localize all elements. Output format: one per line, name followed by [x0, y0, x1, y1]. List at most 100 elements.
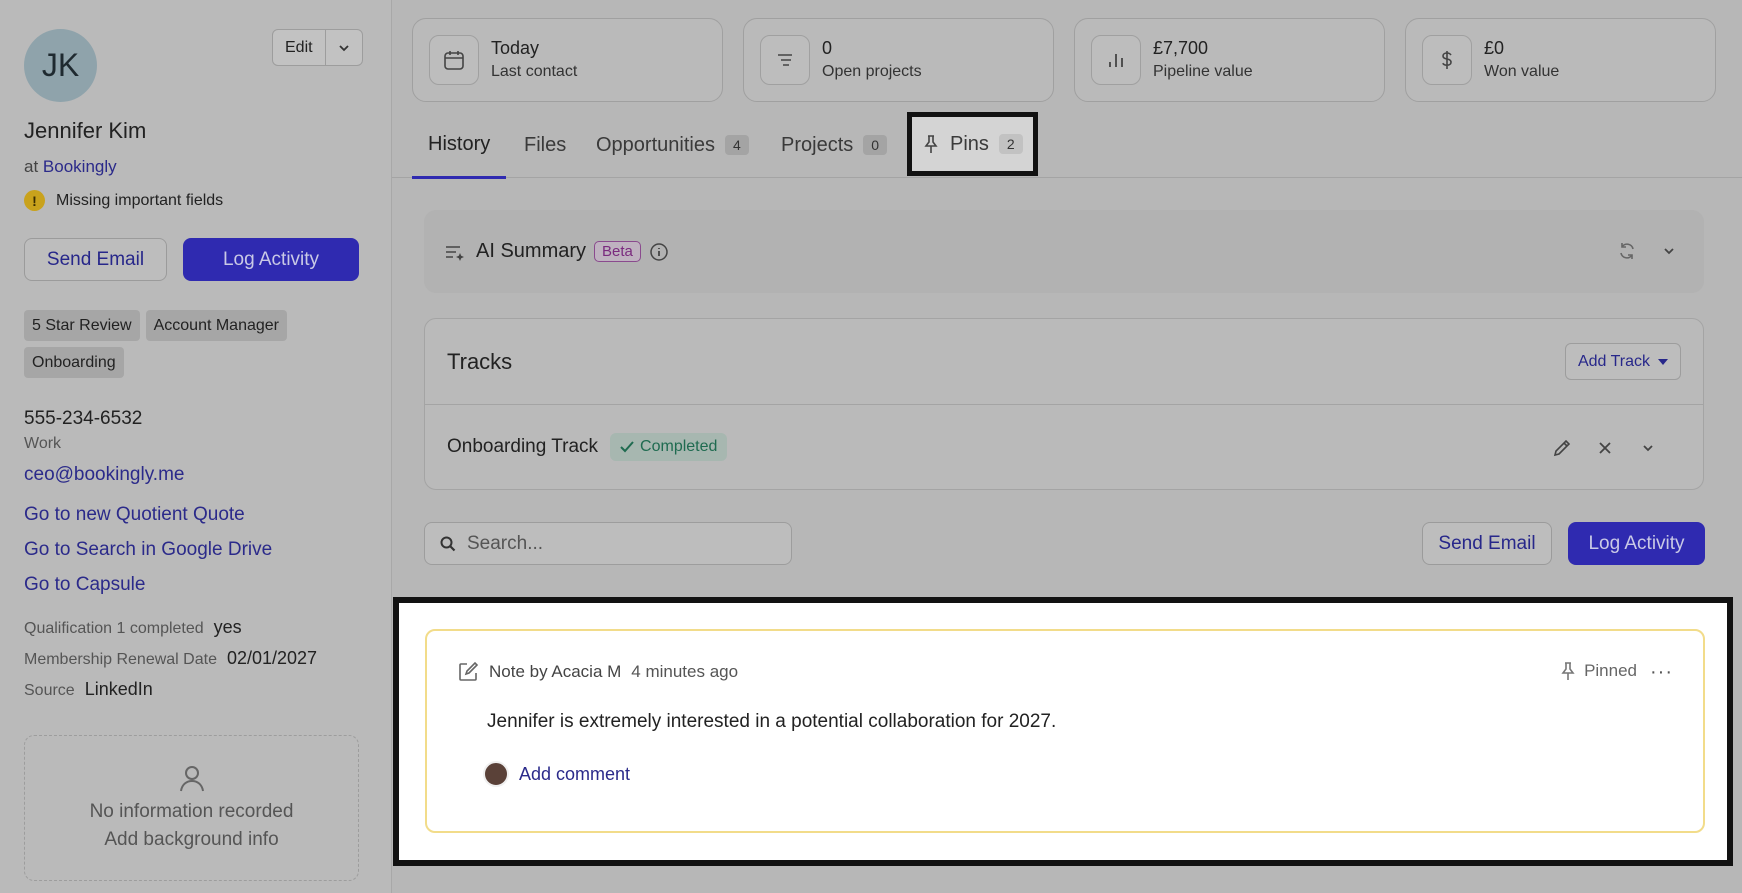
edit-button-group: Edit — [272, 29, 363, 66]
stat-pipeline-value: £7,700 Pipeline value — [1074, 18, 1385, 102]
tag[interactable]: Onboarding — [24, 347, 124, 378]
add-track-button[interactable]: Add Track — [1564, 343, 1681, 380]
check-icon — [620, 441, 634, 453]
stat-label: Open projects — [822, 63, 922, 80]
pin-icon — [1561, 662, 1575, 680]
more-options-icon[interactable]: ··· — [1650, 661, 1673, 684]
tab-count: 2 — [998, 134, 1023, 154]
ai-summary-card: AI Summary Beta — [424, 210, 1704, 293]
main-panel: Today Last contact 0 Open projects £7,700 P… — [392, 0, 1742, 893]
send-email-button[interactable]: Send Email — [1422, 522, 1552, 565]
pinned-label: Pinned — [1584, 661, 1637, 680]
user-avatar — [483, 761, 509, 787]
tracks-title: Tracks — [447, 348, 513, 374]
stat-won-value: £0 Won value — [1405, 18, 1716, 102]
tab-label: History — [428, 132, 491, 155]
ai-summary-icon — [446, 245, 464, 261]
ai-summary-title: AI Summary — [476, 240, 587, 262]
status-badge: Completed — [610, 433, 728, 461]
info-icon[interactable] — [649, 242, 669, 262]
tab-files[interactable]: Files — [524, 112, 566, 178]
field-label: Membership Renewal Date — [24, 651, 217, 668]
close-icon[interactable] — [1592, 435, 1618, 461]
stat-label: Last contact — [491, 63, 578, 80]
company-line: at Bookingly — [24, 157, 117, 177]
chevron-down-icon[interactable] — [1635, 435, 1661, 461]
note-edit-icon — [459, 661, 479, 681]
edit-button[interactable]: Edit — [273, 30, 326, 65]
tab-projects[interactable]: Projects 0 — [781, 112, 888, 178]
add-comment-label: Add comment — [519, 763, 631, 784]
tab-label: Pins — [950, 132, 989, 155]
stat-value: Today — [491, 38, 540, 58]
calendar-icon — [429, 35, 479, 85]
tab-count: 0 — [863, 135, 888, 155]
stat-open-projects: 0 Open projects — [743, 18, 1054, 102]
tab-label: Projects — [781, 133, 854, 156]
caret-down-icon — [1658, 358, 1668, 365]
track-name: Onboarding Track — [447, 436, 599, 457]
warning-icon: ! — [24, 190, 45, 211]
stat-label: Won value — [1484, 63, 1560, 80]
list-icon — [760, 35, 810, 85]
tag[interactable]: 5 Star Review — [24, 310, 140, 341]
tab-bar: History Files Opportunities 4 Projects 0 — [392, 112, 1742, 179]
note-meta: Note by Acacia M 4 minutes ago — [457, 661, 738, 683]
note-body: Jennifer is extremely interested in a po… — [487, 711, 1057, 732]
dollar-icon — [1422, 35, 1472, 85]
phone-number[interactable]: 555-234-6532 — [24, 408, 142, 430]
phone-type: Work — [24, 435, 62, 452]
tab-opportunities[interactable]: Opportunities 4 — [596, 112, 749, 178]
contact-name: Jennifer Kim — [24, 118, 147, 143]
field-value: yes — [213, 617, 242, 637]
add-background-link[interactable]: Add background info — [104, 826, 278, 854]
edit-menu-button[interactable] — [326, 30, 362, 65]
add-track-label: Add Track — [1577, 352, 1650, 370]
note-card: Note by Acacia M 4 minutes ago Pinned ··… — [425, 629, 1705, 833]
stat-value: £7,700 — [1153, 38, 1209, 58]
log-activity-button[interactable]: Log Activity — [1568, 522, 1705, 565]
pin-icon — [924, 135, 938, 153]
tab-history[interactable]: History — [412, 112, 507, 179]
tab-pins[interactable]: Pins 2 — [907, 112, 1038, 176]
search-icon — [440, 536, 456, 551]
note-time: 4 minutes ago — [631, 662, 739, 681]
email-link[interactable]: ceo@bookingly.me — [24, 464, 184, 486]
stat-last-contact: Today Last contact — [412, 18, 723, 102]
tab-label: Opportunities — [596, 133, 715, 156]
field-value: LinkedIn — [84, 679, 153, 699]
google-drive-link[interactable]: Go to Search in Google Drive — [24, 539, 272, 561]
history-search — [424, 522, 792, 565]
status-text: Completed — [640, 438, 718, 455]
background-info-box[interactable]: No information recorded Add background i… — [24, 735, 359, 881]
company-link[interactable]: Bookingly — [43, 157, 117, 176]
stat-label: Pipeline value — [1153, 63, 1253, 80]
missing-fields-warning[interactable]: ! Missing important fields — [24, 190, 223, 211]
tag[interactable]: Account Manager — [145, 310, 287, 341]
send-email-button[interactable]: Send Email — [24, 238, 167, 281]
avatar: JK — [24, 29, 97, 102]
search-input[interactable] — [467, 532, 767, 555]
tab-label: Files — [524, 133, 567, 156]
track-row: Onboarding Track Completed — [425, 405, 1703, 489]
tab-count: 4 — [724, 135, 749, 155]
chevron-down-icon — [338, 44, 349, 51]
custom-field: Membership Renewal Date 02/01/2027 — [24, 648, 317, 669]
capsule-link[interactable]: Go to Capsule — [24, 574, 145, 596]
log-activity-button[interactable]: Log Activity — [183, 238, 359, 281]
quotient-quote-link[interactable]: Go to new Quotient Quote — [24, 504, 245, 526]
background-empty-text: No information recorded — [89, 801, 294, 822]
bar-chart-icon — [1091, 35, 1141, 85]
refresh-icon[interactable] — [1614, 238, 1640, 264]
beta-badge: Beta — [594, 241, 641, 262]
add-comment[interactable]: Add comment — [483, 761, 630, 787]
stat-value: 0 — [822, 38, 833, 58]
warning-text: Missing important fields — [56, 191, 224, 209]
edit-pencil-icon[interactable] — [1549, 435, 1575, 461]
pinned-note-highlight: Note by Acacia M 4 minutes ago Pinned ··… — [393, 597, 1733, 866]
pinned-toggle[interactable]: Pinned — [1560, 661, 1637, 681]
field-label: Source — [24, 682, 75, 699]
tracks-header: Tracks — [425, 319, 1703, 405]
chevron-down-icon[interactable] — [1656, 238, 1682, 264]
stat-value: £0 — [1484, 38, 1505, 58]
